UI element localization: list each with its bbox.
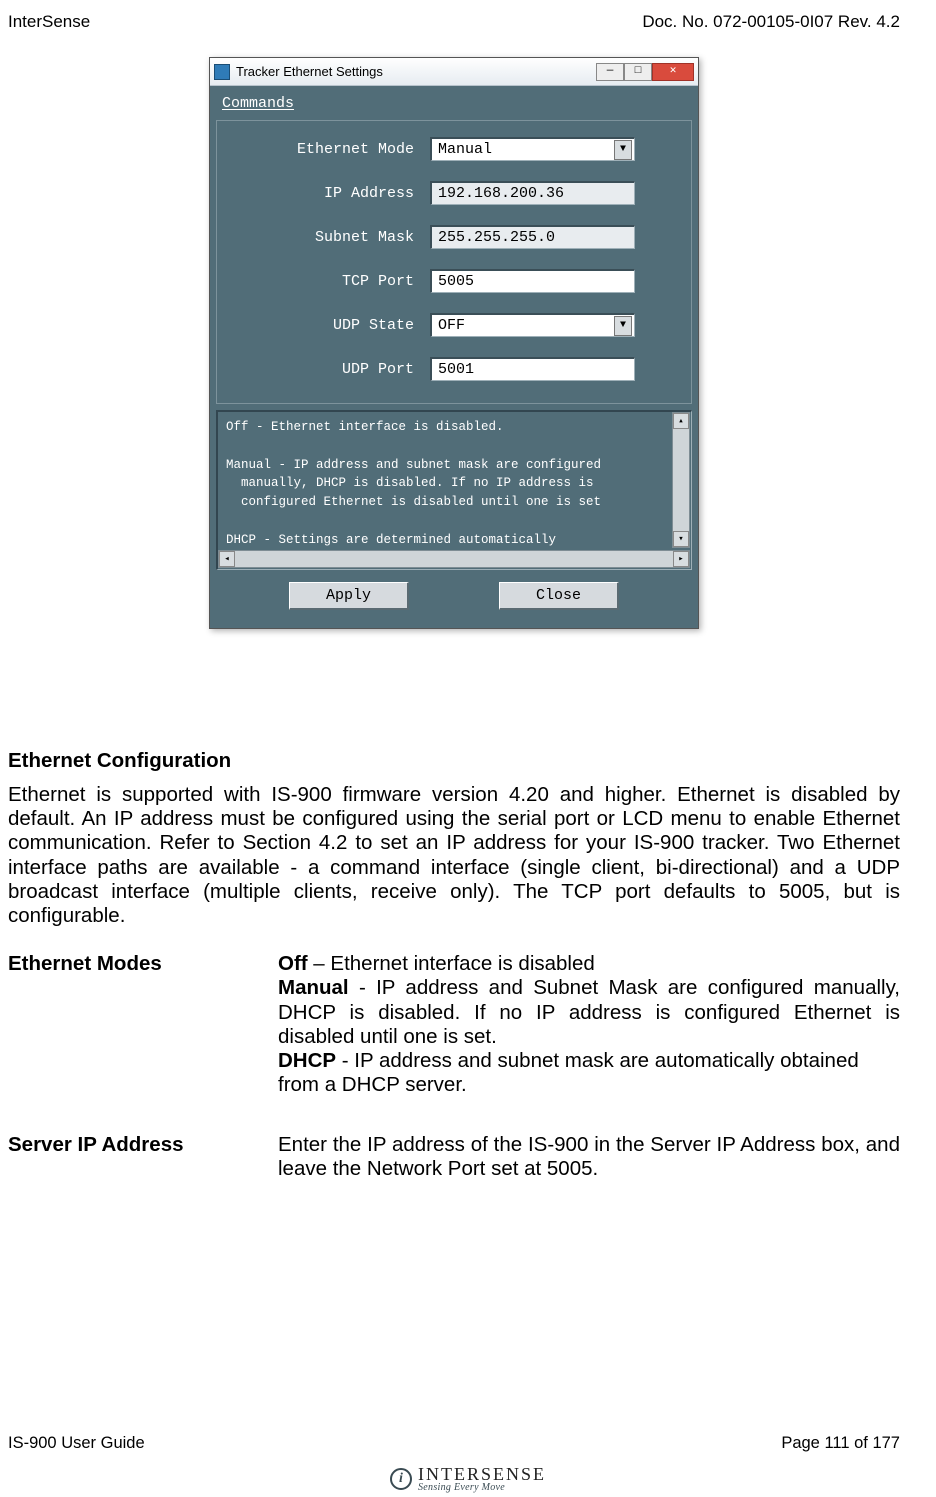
- close-button[interactable]: Close: [499, 582, 619, 610]
- logo: i INTERSENSE Sensing Every Move: [0, 1465, 936, 1493]
- def-server-ip: Enter the IP address of the IS-900 in th…: [278, 1133, 900, 1181]
- label-subnet-mask: Subnet Mask: [245, 229, 430, 246]
- horizontal-scrollbar[interactable]: ◂ ▸: [218, 550, 690, 568]
- label-ip-address: IP Address: [245, 185, 430, 202]
- mode-manual-label: Manual: [278, 976, 349, 999]
- input-udp-port[interactable]: 5001: [430, 357, 635, 381]
- maximize-button[interactable]: □: [624, 63, 652, 81]
- input-udp-state[interactable]: OFF ▼: [430, 313, 635, 337]
- dialog-window: Tracker Ethernet Settings — □ ✕ Commands…: [209, 57, 699, 629]
- input-tcp-port[interactable]: 5005: [430, 269, 635, 293]
- titlebar[interactable]: Tracker Ethernet Settings — □ ✕: [210, 58, 698, 86]
- mode-off-label: Off: [278, 952, 308, 975]
- label-tcp-port: TCP Port: [245, 273, 430, 290]
- scroll-down-icon[interactable]: ▾: [673, 531, 689, 547]
- value-udp-port: 5001: [438, 361, 474, 378]
- section-paragraph: Ethernet is supported with IS-900 firmwa…: [8, 783, 900, 928]
- vertical-scrollbar[interactable]: ▴ ▾: [672, 412, 690, 548]
- header-left: InterSense: [8, 12, 90, 32]
- footer-right: Page 111 of 177: [781, 1434, 900, 1453]
- value-ethernet-mode: Manual: [438, 141, 492, 158]
- label-udp-port: UDP Port: [245, 361, 430, 378]
- app-icon: [214, 64, 230, 80]
- close-window-button[interactable]: ✕: [652, 63, 694, 81]
- input-ip-address[interactable]: 192.168.200.36: [430, 181, 635, 205]
- mode-dhcp-text: - IP address and subnet mask are automat…: [278, 1049, 859, 1096]
- input-ethernet-mode[interactable]: Manual ▼: [430, 137, 635, 161]
- minimize-button[interactable]: —: [596, 63, 624, 81]
- term-server-ip: Server IP Address: [8, 1133, 278, 1181]
- value-tcp-port: 5005: [438, 273, 474, 290]
- scroll-up-icon[interactable]: ▴: [673, 413, 689, 429]
- value-udp-state: OFF: [438, 317, 465, 334]
- footer-left: IS-900 User Guide: [8, 1434, 145, 1453]
- logo-sub: Sensing Every Move: [418, 1483, 546, 1493]
- mode-dhcp-label: DHCP: [278, 1049, 336, 1072]
- logo-icon: i: [390, 1468, 412, 1490]
- apply-button[interactable]: Apply: [289, 582, 409, 610]
- def-ethernet-modes: Off – Ethernet interface is disabled Man…: [278, 952, 900, 1097]
- value-subnet-mask: 255.255.255.0: [438, 229, 555, 246]
- dropdown-icon[interactable]: ▼: [614, 140, 632, 160]
- dropdown-icon[interactable]: ▼: [614, 316, 632, 336]
- mode-off-text: – Ethernet interface is disabled: [308, 952, 595, 975]
- mode-manual-text: - IP address and Subnet Mask are configu…: [278, 976, 900, 1047]
- section-title: Ethernet Configuration: [8, 749, 900, 773]
- scroll-right-icon[interactable]: ▸: [673, 551, 689, 567]
- value-ip-address: 192.168.200.36: [438, 185, 564, 202]
- menu-commands[interactable]: Commands: [222, 95, 294, 112]
- label-ethernet-mode: Ethernet Mode: [245, 141, 430, 158]
- logo-main: INTERSENSE: [418, 1465, 546, 1483]
- form-panel: Ethernet Mode Manual ▼ IP Address 192.16…: [216, 120, 692, 404]
- window-title: Tracker Ethernet Settings: [236, 64, 596, 79]
- info-textarea[interactable]: Off - Ethernet interface is disabled. Ma…: [216, 410, 692, 570]
- term-ethernet-modes: Ethernet Modes: [8, 952, 278, 1097]
- label-udp-state: UDP State: [245, 317, 430, 334]
- header-right: Doc. No. 072-00105-0I07 Rev. 4.2: [642, 12, 900, 32]
- input-subnet-mask[interactable]: 255.255.255.0: [430, 225, 635, 249]
- scroll-left-icon[interactable]: ◂: [219, 551, 235, 567]
